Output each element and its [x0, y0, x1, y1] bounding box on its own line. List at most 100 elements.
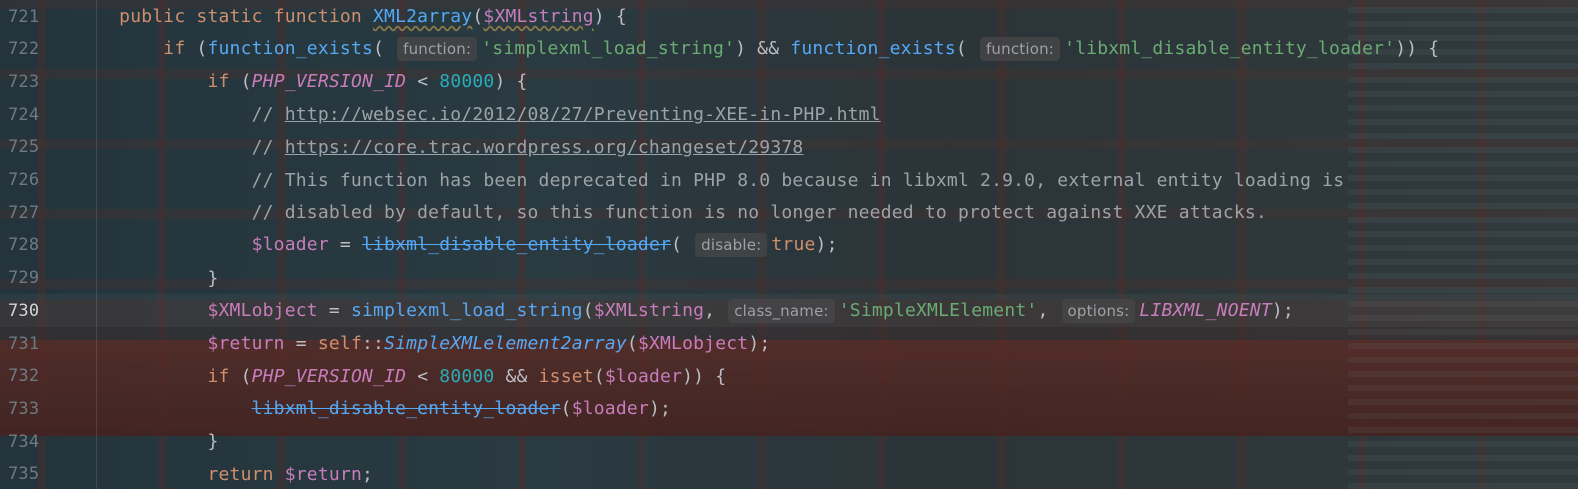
code-token[interactable]: );: [748, 333, 770, 354]
code-token[interactable]: LIBXML_NOENT: [1139, 300, 1271, 321]
code-token[interactable]: if: [207, 71, 240, 92]
code-token[interactable]: <: [406, 366, 439, 387]
code-line[interactable]: 733 libxml_disable_entity_loader($loader…: [0, 392, 1578, 425]
code-token[interactable]: $loader: [572, 398, 649, 419]
code-text[interactable]: libxml_disable_entity_loader($loader);: [75, 398, 671, 419]
code-token[interactable]: self: [318, 333, 362, 354]
code-token[interactable]: ;: [362, 464, 373, 485]
code-token[interactable]: )): [1395, 38, 1417, 59]
code-token[interactable]: function_exists: [790, 38, 956, 59]
code-text[interactable]: if (PHP_VERSION_ID < 80000) {: [75, 71, 528, 92]
code-text[interactable]: }: [75, 268, 219, 289]
code-token[interactable]: //: [252, 137, 285, 158]
code-token[interactable]: ) {: [594, 6, 627, 27]
code-text[interactable]: $XMLobject = simplexml_load_string($XMLs…: [75, 298, 1294, 323]
code-token[interactable]: PHP_VERSION_ID: [252, 71, 407, 92]
code-line[interactable]: 728 $loader = libxml_disable_entity_load…: [0, 229, 1578, 262]
code-token[interactable]: // This function has been deprecated in …: [252, 170, 1345, 191]
code-token[interactable]: ,: [704, 300, 726, 321]
code-line[interactable]: 726 // This function has been deprecated…: [0, 164, 1578, 197]
code-token[interactable]: );: [649, 398, 671, 419]
code-token[interactable]: 'libxml_disable_entity_loader': [1064, 38, 1395, 59]
code-token[interactable]: public static function: [119, 6, 373, 27]
code-token[interactable]: }: [207, 431, 218, 452]
code-token[interactable]: );: [1272, 300, 1294, 321]
code-text[interactable]: return $return;: [75, 464, 373, 485]
code-token[interactable]: //: [252, 104, 285, 125]
code-token[interactable]: simplexml_load_string: [351, 300, 583, 321]
code-text[interactable]: // https://core.trac.wordpress.org/chang…: [75, 137, 804, 158]
code-token[interactable]: 'SimpleXMLElement': [839, 300, 1038, 321]
code-line[interactable]: 727 // disabled by default, so this func…: [0, 196, 1578, 229]
code-token[interactable]: XML2array: [373, 6, 472, 27]
code-token[interactable]: =: [329, 234, 362, 255]
code-token[interactable]: $XMLobject: [638, 333, 748, 354]
code-token[interactable]: if: [163, 38, 196, 59]
code-token[interactable]: (: [627, 333, 638, 354]
code-token[interactable]: (: [956, 38, 978, 59]
code-token[interactable]: $loader: [605, 366, 682, 387]
code-token[interactable]: }: [207, 268, 218, 289]
code-line[interactable]: 731 $return = self::SimpleXMLelement2arr…: [0, 327, 1578, 360]
code-token[interactable]: $loader: [252, 234, 329, 255]
code-token[interactable]: (: [373, 38, 395, 59]
code-token[interactable]: (: [196, 38, 207, 59]
code-token[interactable]: if: [207, 366, 240, 387]
code-token[interactable]: )) {: [682, 366, 726, 387]
code-token[interactable]: (: [594, 366, 605, 387]
code-editor[interactable]: 721 public static function XML2array($XM…: [0, 0, 1578, 489]
code-token[interactable]: return: [207, 464, 284, 485]
code-token[interactable]: {: [1417, 38, 1439, 59]
code-token[interactable]: PHP_VERSION_ID: [252, 366, 407, 387]
code-text[interactable]: if (PHP_VERSION_ID < 80000 && isset($loa…: [75, 366, 726, 387]
code-line[interactable]: 723 if (PHP_VERSION_ID < 80000) {: [0, 65, 1578, 98]
code-token[interactable]: =: [285, 333, 318, 354]
code-line[interactable]: 734 }: [0, 425, 1578, 458]
code-text[interactable]: // disabled by default, so this function…: [75, 202, 1267, 223]
code-token[interactable]: true: [771, 234, 815, 255]
code-token[interactable]: $XMLstring: [594, 300, 704, 321]
code-token[interactable]: =: [318, 300, 351, 321]
code-token[interactable]: &&: [494, 366, 538, 387]
code-token[interactable]: isset: [539, 366, 594, 387]
code-token[interactable]: SimpleXMLelement2array: [384, 333, 627, 354]
code-text[interactable]: }: [75, 431, 219, 452]
code-token[interactable]: (: [583, 300, 594, 321]
code-token[interactable]: function_exists: [207, 38, 373, 59]
code-token[interactable]: (: [671, 234, 693, 255]
code-token[interactable]: $return: [285, 464, 362, 485]
code-token[interactable]: (: [241, 366, 252, 387]
code-line[interactable]: 729 }: [0, 262, 1578, 295]
code-token[interactable]: ) &&: [735, 38, 790, 59]
code-line[interactable]: 725 // https://core.trac.wordpress.org/c…: [0, 131, 1578, 164]
code-text[interactable]: public static function XML2array($XMLstr…: [75, 6, 627, 27]
code-line[interactable]: 735 return $return;: [0, 458, 1578, 489]
code-token[interactable]: ) {: [494, 71, 527, 92]
code-text[interactable]: if (function_exists( function:'simplexml…: [75, 37, 1439, 62]
code-token[interactable]: 80000: [439, 366, 494, 387]
code-token[interactable]: (: [241, 71, 252, 92]
code-text[interactable]: $loader = libxml_disable_entity_loader( …: [75, 233, 838, 258]
code-line[interactable]: 722 if (function_exists( function:'simpl…: [0, 33, 1578, 66]
code-token[interactable]: );: [816, 234, 838, 255]
code-token[interactable]: (: [472, 6, 483, 27]
code-text[interactable]: // This function has been deprecated in …: [75, 170, 1344, 191]
code-token[interactable]: (: [561, 398, 572, 419]
code-token[interactable]: <: [406, 71, 439, 92]
code-token[interactable]: 'simplexml_load_string': [481, 38, 735, 59]
code-token[interactable]: $return: [207, 333, 284, 354]
code-token[interactable]: http://websec.io/2012/08/27/Preventing-X…: [285, 104, 881, 125]
code-line[interactable]: 732 if (PHP_VERSION_ID < 80000 && isset(…: [0, 360, 1578, 393]
code-line[interactable]: 724 // http://websec.io/2012/08/27/Preve…: [0, 98, 1578, 131]
code-text[interactable]: $return = self::SimpleXMLelement2array($…: [75, 333, 770, 354]
code-token[interactable]: $XMLobject: [207, 300, 317, 321]
code-token[interactable]: libxml_disable_entity_loader: [252, 398, 561, 419]
code-line[interactable]: 730 $XMLobject = simplexml_load_string($…: [0, 294, 1578, 328]
code-token[interactable]: ,: [1037, 300, 1059, 321]
code-token[interactable]: 80000: [439, 71, 494, 92]
code-token[interactable]: // disabled by default, so this function…: [252, 202, 1267, 223]
code-token[interactable]: libxml_disable_entity_loader: [362, 234, 671, 255]
code-token[interactable]: ::: [362, 333, 384, 354]
code-line[interactable]: 721 public static function XML2array($XM…: [0, 0, 1578, 33]
code-text[interactable]: // http://websec.io/2012/08/27/Preventin…: [75, 104, 881, 125]
